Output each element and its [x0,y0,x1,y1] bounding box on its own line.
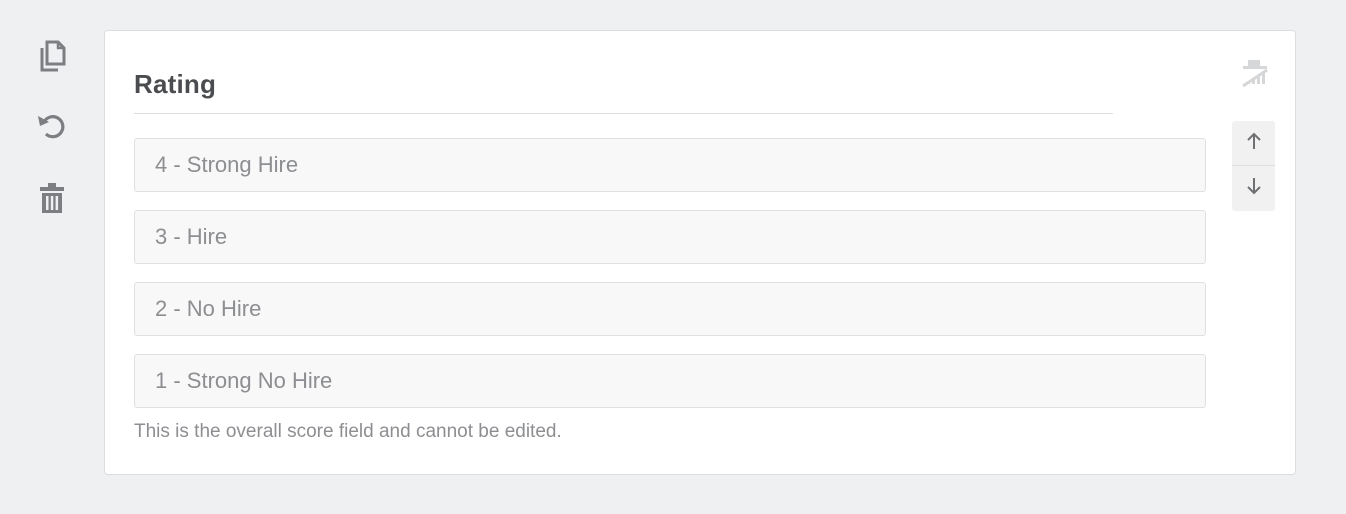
reorder-controls [1232,121,1275,211]
rating-option: 3 - Hire [134,210,1206,264]
move-down-button[interactable] [1232,166,1275,210]
rating-bars-disabled-icon [1239,57,1271,89]
rating-field-card: Rating 4 - Strong Hire 3 - Hire 2 - No H… [104,30,1296,475]
arrow-down-icon [1246,177,1262,200]
undo-button[interactable] [32,106,72,146]
move-up-button[interactable] [1232,121,1275,165]
rating-option: 2 - No Hire [134,282,1206,336]
delete-button[interactable] [32,178,72,218]
title-divider [134,113,1113,114]
copy-icon [38,40,66,72]
help-text: This is the overall score field and cann… [134,421,562,442]
undo-icon [36,112,68,140]
duplicate-button[interactable] [32,36,72,76]
field-title: Rating [134,69,217,99]
arrow-up-icon [1246,132,1262,155]
rating-option: 1 - Strong No Hire [134,354,1206,408]
trash-icon [39,182,65,214]
rating-option: 4 - Strong Hire [134,138,1206,192]
